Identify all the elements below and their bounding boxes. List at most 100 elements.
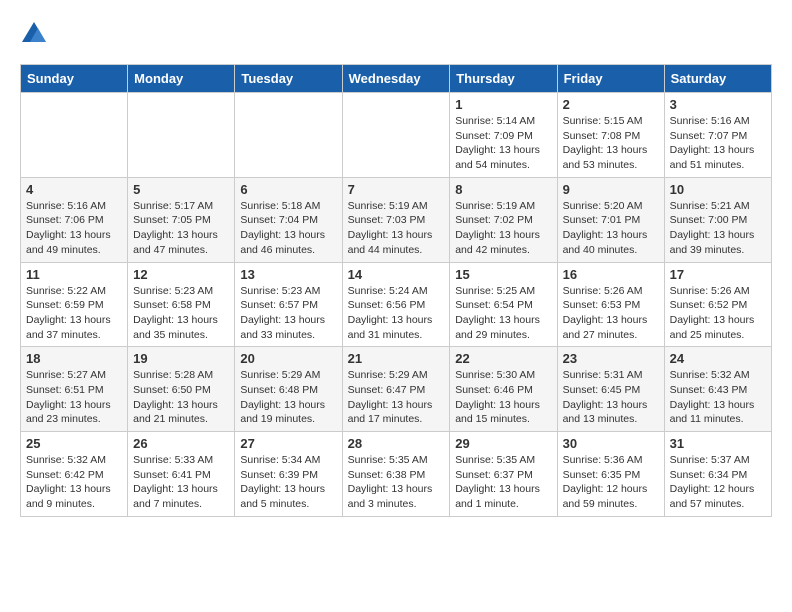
day-number: 26 [133, 436, 229, 451]
calendar-cell [235, 93, 342, 178]
calendar-table: SundayMondayTuesdayWednesdayThursdayFrid… [20, 64, 772, 517]
day-of-week-header: Saturday [664, 65, 771, 93]
day-info: Sunrise: 5:29 AM Sunset: 6:48 PM Dayligh… [240, 368, 336, 427]
calendar-week-row: 25Sunrise: 5:32 AM Sunset: 6:42 PM Dayli… [21, 432, 772, 517]
day-number: 28 [348, 436, 445, 451]
day-info: Sunrise: 5:24 AM Sunset: 6:56 PM Dayligh… [348, 284, 445, 343]
day-number: 1 [455, 97, 551, 112]
day-number: 6 [240, 182, 336, 197]
calendar-cell: 5 Sunrise: 5:17 AM Sunset: 7:05 PM Daylig… [128, 177, 235, 262]
day-info: Sunrise: 5:16 AM Sunset: 7:07 PM Dayligh… [670, 114, 766, 173]
day-of-week-header: Monday [128, 65, 235, 93]
day-info: Sunrise: 5:35 AM Sunset: 6:38 PM Dayligh… [348, 453, 445, 512]
day-number: 27 [240, 436, 336, 451]
calendar-cell: 6Sunrise: 5:18 AM Sunset: 7:04 PM Daylig… [235, 177, 342, 262]
calendar-cell: 12 Sunrise: 5:23 AM Sunset: 6:58 PM Dayli… [128, 262, 235, 347]
day-info: Sunrise: 5:28 AM Sunset: 6:50 PM Dayligh… [133, 368, 229, 427]
day-info: Sunrise: 5:27 AM Sunset: 6:51 PM Dayligh… [26, 368, 122, 427]
calendar-cell: 21 Sunrise: 5:29 AM Sunset: 6:47 PM Dayli… [342, 347, 450, 432]
day-info: Sunrise: 5:34 AM Sunset: 6:39 PM Dayligh… [240, 453, 336, 512]
calendar-cell: 4 Sunrise: 5:16 AM Sunset: 7:06 PM Daylig… [21, 177, 128, 262]
calendar-cell: 3 Sunrise: 5:16 AM Sunset: 7:07 PM Daylig… [664, 93, 771, 178]
day-info: Sunrise: 5:26 AM Sunset: 6:53 PM Dayligh… [563, 284, 659, 343]
calendar-cell: 20 Sunrise: 5:29 AM Sunset: 6:48 PM Dayli… [235, 347, 342, 432]
day-info: Sunrise: 5:16 AM Sunset: 7:06 PM Dayligh… [26, 199, 122, 258]
calendar-cell: 13 Sunrise: 5:23 AM Sunset: 6:57 PM Dayli… [235, 262, 342, 347]
calendar-cell: 31Sunrise: 5:37 AM Sunset: 6:34 PM Dayli… [664, 432, 771, 517]
day-number: 16 [563, 267, 659, 282]
day-of-week-header: Thursday [450, 65, 557, 93]
day-number: 4 [26, 182, 122, 197]
calendar-cell: 27 Sunrise: 5:34 AM Sunset: 6:39 PM Dayli… [235, 432, 342, 517]
calendar-cell [128, 93, 235, 178]
day-info: Sunrise: 5:19 AM Sunset: 7:02 PM Dayligh… [455, 199, 551, 258]
day-number: 24 [670, 351, 766, 366]
day-info: Sunrise: 5:26 AM Sunset: 6:52 PM Dayligh… [670, 284, 766, 343]
calendar-cell: 24 Sunrise: 5:32 AM Sunset: 6:43 PM Dayli… [664, 347, 771, 432]
day-info: Sunrise: 5:35 AM Sunset: 6:37 PM Dayligh… [455, 453, 551, 512]
day-number: 14 [348, 267, 445, 282]
day-number: 22 [455, 351, 551, 366]
day-info: Sunrise: 5:20 AM Sunset: 7:01 PM Dayligh… [563, 199, 659, 258]
day-number: 5 [133, 182, 229, 197]
day-info: Sunrise: 5:31 AM Sunset: 6:45 PM Dayligh… [563, 368, 659, 427]
day-info: Sunrise: 5:21 AM Sunset: 7:00 PM Dayligh… [670, 199, 766, 258]
calendar-cell: 17 Sunrise: 5:26 AM Sunset: 6:52 PM Dayli… [664, 262, 771, 347]
day-info: Sunrise: 5:14 AM Sunset: 7:09 PM Dayligh… [455, 114, 551, 173]
page-header [20, 20, 772, 48]
calendar-week-row: 18 Sunrise: 5:27 AM Sunset: 6:51 PM Dayli… [21, 347, 772, 432]
calendar-cell: 8 Sunrise: 5:19 AM Sunset: 7:02 PM Daylig… [450, 177, 557, 262]
day-number: 18 [26, 351, 122, 366]
day-number: 3 [670, 97, 766, 112]
calendar-week-row: 4 Sunrise: 5:16 AM Sunset: 7:06 PM Daylig… [21, 177, 772, 262]
day-of-week-header: Tuesday [235, 65, 342, 93]
day-number: 29 [455, 436, 551, 451]
day-number: 13 [240, 267, 336, 282]
day-info: Sunrise: 5:32 AM Sunset: 6:42 PM Dayligh… [26, 453, 122, 512]
day-info: Sunrise: 5:30 AM Sunset: 6:46 PM Dayligh… [455, 368, 551, 427]
calendar-cell: 19 Sunrise: 5:28 AM Sunset: 6:50 PM Dayli… [128, 347, 235, 432]
calendar-cell: 11 Sunrise: 5:22 AM Sunset: 6:59 PM Dayli… [21, 262, 128, 347]
calendar-cell: 28 Sunrise: 5:35 AM Sunset: 6:38 PM Dayli… [342, 432, 450, 517]
day-number: 17 [670, 267, 766, 282]
day-number: 19 [133, 351, 229, 366]
calendar-week-row: 1 Sunrise: 5:14 AM Sunset: 7:09 PM Daylig… [21, 93, 772, 178]
calendar-cell [21, 93, 128, 178]
logo-icon [20, 20, 48, 48]
calendar-cell: 15 Sunrise: 5:25 AM Sunset: 6:54 PM Dayli… [450, 262, 557, 347]
day-info: Sunrise: 5:32 AM Sunset: 6:43 PM Dayligh… [670, 368, 766, 427]
day-of-week-header: Friday [557, 65, 664, 93]
day-number: 23 [563, 351, 659, 366]
calendar-cell: 30Sunrise: 5:36 AM Sunset: 6:35 PM Dayli… [557, 432, 664, 517]
calendar-cell: 26 Sunrise: 5:33 AM Sunset: 6:41 PM Dayli… [128, 432, 235, 517]
logo [20, 20, 52, 48]
day-info: Sunrise: 5:33 AM Sunset: 6:41 PM Dayligh… [133, 453, 229, 512]
calendar-cell: 2Sunrise: 5:15 AM Sunset: 7:08 PM Daylig… [557, 93, 664, 178]
day-number: 10 [670, 182, 766, 197]
day-number: 7 [348, 182, 445, 197]
day-number: 31 [670, 436, 766, 451]
day-info: Sunrise: 5:29 AM Sunset: 6:47 PM Dayligh… [348, 368, 445, 427]
day-info: Sunrise: 5:17 AM Sunset: 7:05 PM Dayligh… [133, 199, 229, 258]
calendar-cell: 1 Sunrise: 5:14 AM Sunset: 7:09 PM Daylig… [450, 93, 557, 178]
calendar-week-row: 11 Sunrise: 5:22 AM Sunset: 6:59 PM Dayli… [21, 262, 772, 347]
calendar-cell: 23 Sunrise: 5:31 AM Sunset: 6:45 PM Dayli… [557, 347, 664, 432]
day-info: Sunrise: 5:23 AM Sunset: 6:57 PM Dayligh… [240, 284, 336, 343]
day-info: Sunrise: 5:19 AM Sunset: 7:03 PM Dayligh… [348, 199, 445, 258]
day-number: 8 [455, 182, 551, 197]
day-number: 12 [133, 267, 229, 282]
day-number: 20 [240, 351, 336, 366]
calendar-cell: 29 Sunrise: 5:35 AM Sunset: 6:37 PM Dayli… [450, 432, 557, 517]
calendar-cell: 10 Sunrise: 5:21 AM Sunset: 7:00 PM Dayli… [664, 177, 771, 262]
day-info: Sunrise: 5:23 AM Sunset: 6:58 PM Dayligh… [133, 284, 229, 343]
calendar-cell: 18 Sunrise: 5:27 AM Sunset: 6:51 PM Dayli… [21, 347, 128, 432]
calendar-cell: 7 Sunrise: 5:19 AM Sunset: 7:03 PM Daylig… [342, 177, 450, 262]
day-number: 11 [26, 267, 122, 282]
day-info: Sunrise: 5:22 AM Sunset: 6:59 PM Dayligh… [26, 284, 122, 343]
day-number: 15 [455, 267, 551, 282]
calendar-cell: 22 Sunrise: 5:30 AM Sunset: 6:46 PM Dayli… [450, 347, 557, 432]
day-number: 21 [348, 351, 445, 366]
day-number: 9 [563, 182, 659, 197]
day-info: Sunrise: 5:25 AM Sunset: 6:54 PM Dayligh… [455, 284, 551, 343]
calendar-header-row: SundayMondayTuesdayWednesdayThursdayFrid… [21, 65, 772, 93]
